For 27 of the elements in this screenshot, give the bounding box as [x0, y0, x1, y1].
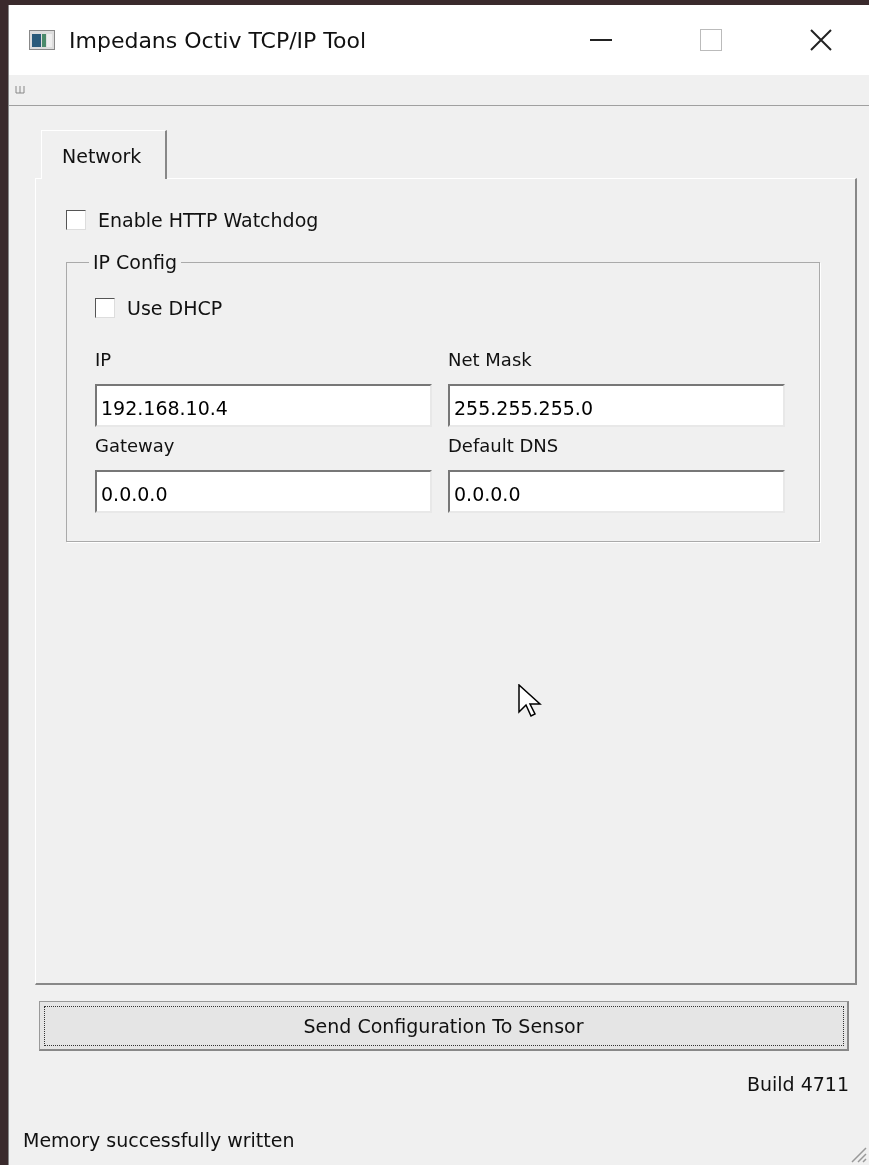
input-field[interactable]: 0.0.0.0: [95, 470, 432, 513]
send-configuration-button[interactable]: Send Configuration To Sensor: [39, 1001, 849, 1051]
minimize-icon: [590, 39, 612, 41]
input-field[interactable]: 255.255.255.0: [448, 384, 785, 427]
input-field[interactable]: 0.0.0.0: [448, 470, 785, 513]
app-icon: [29, 30, 55, 50]
checkbox-label: Enable HTTP Watchdog: [98, 209, 319, 231]
checkbox-row[interactable]: Use DHCP: [95, 297, 791, 319]
status-text: Memory successfully written: [23, 1129, 295, 1151]
checkbox-row[interactable]: Enable HTTP Watchdog: [66, 209, 827, 231]
tab[interactable]: Network: [41, 130, 168, 179]
grip-icon[interactable]: [15, 86, 25, 94]
field-label: Gateway: [95, 435, 176, 456]
window-title: Impedans Octiv TCP/IP Tool: [69, 27, 368, 53]
checkbox[interactable]: [95, 298, 115, 318]
checkbox[interactable]: [66, 210, 86, 230]
resize-grip-icon[interactable]: [849, 1145, 867, 1163]
input-field[interactable]: 192.168.10.4: [95, 384, 432, 427]
checkbox-label: Use DHCP: [127, 297, 223, 319]
close-icon: [810, 29, 832, 51]
mouse-cursor-icon: [518, 684, 542, 718]
group-title: IP Config: [92, 251, 179, 273]
field-label: Default DNS: [448, 435, 560, 456]
field-label: IP: [95, 349, 113, 370]
build-label: Build 4711: [746, 1073, 849, 1095]
maximize-icon: [700, 29, 722, 51]
field-label: Net Mask: [448, 349, 533, 370]
